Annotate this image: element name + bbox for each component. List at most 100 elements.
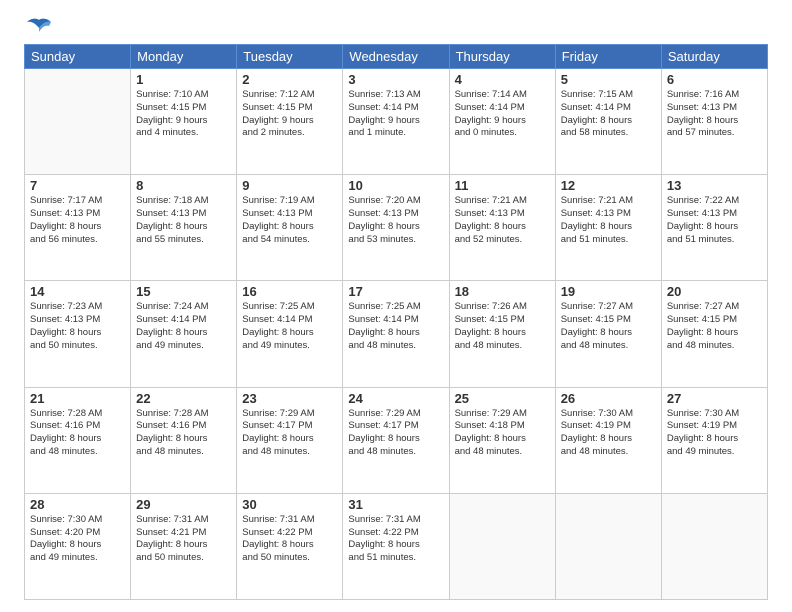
sunset-text: Sunset: 4:19 PM	[667, 420, 762, 433]
sunset-text: Sunset: 4:15 PM	[136, 102, 231, 115]
calendar-cell: 13Sunrise: 7:22 AMSunset: 4:13 PMDayligh…	[661, 175, 767, 281]
daylight-hours-label: Daylight: 9 hours	[136, 115, 231, 128]
sunset-text: Sunset: 4:17 PM	[348, 420, 443, 433]
daylight-minutes-label: and 49 minutes.	[242, 340, 337, 353]
calendar-cell: 16Sunrise: 7:25 AMSunset: 4:14 PMDayligh…	[237, 281, 343, 387]
sunrise-text: Sunrise: 7:30 AM	[667, 408, 762, 421]
sunrise-text: Sunrise: 7:12 AM	[242, 89, 337, 102]
calendar-cell: 23Sunrise: 7:29 AMSunset: 4:17 PMDayligh…	[237, 387, 343, 493]
sunrise-text: Sunrise: 7:20 AM	[348, 195, 443, 208]
day-info: Sunrise: 7:26 AMSunset: 4:15 PMDaylight:…	[455, 301, 550, 352]
daylight-hours-label: Daylight: 8 hours	[30, 221, 125, 234]
daylight-hours-label: Daylight: 8 hours	[136, 539, 231, 552]
day-info: Sunrise: 7:28 AMSunset: 4:16 PMDaylight:…	[30, 408, 125, 459]
sunrise-text: Sunrise: 7:30 AM	[561, 408, 656, 421]
sunset-text: Sunset: 4:15 PM	[455, 314, 550, 327]
week-row-0: 1Sunrise: 7:10 AMSunset: 4:15 PMDaylight…	[25, 69, 768, 175]
day-number: 1	[136, 72, 231, 87]
sunset-text: Sunset: 4:19 PM	[561, 420, 656, 433]
day-number: 20	[667, 284, 762, 299]
sunset-text: Sunset: 4:16 PM	[136, 420, 231, 433]
sunset-text: Sunset: 4:13 PM	[348, 208, 443, 221]
daylight-minutes-label: and 49 minutes.	[136, 340, 231, 353]
sunset-text: Sunset: 4:13 PM	[455, 208, 550, 221]
day-number: 6	[667, 72, 762, 87]
day-info: Sunrise: 7:31 AMSunset: 4:21 PMDaylight:…	[136, 514, 231, 565]
sunset-text: Sunset: 4:17 PM	[242, 420, 337, 433]
daylight-hours-label: Daylight: 8 hours	[667, 327, 762, 340]
day-info: Sunrise: 7:23 AMSunset: 4:13 PMDaylight:…	[30, 301, 125, 352]
day-number: 14	[30, 284, 125, 299]
daylight-hours-label: Daylight: 8 hours	[136, 221, 231, 234]
daylight-minutes-label: and 54 minutes.	[242, 234, 337, 247]
calendar-cell: 1 Sunrise: 7:10 AMSunset: 4:15 PMDaylight…	[131, 69, 237, 175]
daylight-minutes-label: and 48 minutes.	[667, 340, 762, 353]
daylight-hours-label: Daylight: 8 hours	[242, 221, 337, 234]
daylight-hours-label: Daylight: 8 hours	[348, 433, 443, 446]
day-info: Sunrise: 7:14 AMSunset: 4:14 PMDaylight:…	[455, 89, 550, 140]
sunrise-text: Sunrise: 7:25 AM	[348, 301, 443, 314]
day-info: Sunrise: 7:31 AMSunset: 4:22 PMDaylight:…	[242, 514, 337, 565]
sunrise-text: Sunrise: 7:14 AM	[455, 89, 550, 102]
day-number: 27	[667, 391, 762, 406]
daylight-hours-label: Daylight: 8 hours	[455, 327, 550, 340]
sunset-text: Sunset: 4:13 PM	[667, 208, 762, 221]
daylight-minutes-label: and 58 minutes.	[561, 127, 656, 140]
day-info: Sunrise: 7:13 AMSunset: 4:14 PMDaylight:…	[348, 89, 443, 140]
sunrise-text: Sunrise: 7:31 AM	[348, 514, 443, 527]
sunset-text: Sunset: 4:18 PM	[455, 420, 550, 433]
calendar-cell	[25, 69, 131, 175]
sunrise-text: Sunrise: 7:30 AM	[30, 514, 125, 527]
daylight-minutes-label: and 55 minutes.	[136, 234, 231, 247]
weekday-header-tuesday: Tuesday	[237, 45, 343, 69]
day-info: Sunrise: 7:10 AMSunset: 4:15 PMDaylight:…	[136, 89, 231, 140]
calendar-cell: 19Sunrise: 7:27 AMSunset: 4:15 PMDayligh…	[555, 281, 661, 387]
calendar-cell	[449, 493, 555, 599]
sunset-text: Sunset: 4:16 PM	[30, 420, 125, 433]
weekday-header-wednesday: Wednesday	[343, 45, 449, 69]
daylight-hours-label: Daylight: 8 hours	[242, 539, 337, 552]
daylight-minutes-label: and 51 minutes.	[348, 552, 443, 565]
sunrise-text: Sunrise: 7:29 AM	[242, 408, 337, 421]
calendar-cell: 21Sunrise: 7:28 AMSunset: 4:16 PMDayligh…	[25, 387, 131, 493]
daylight-hours-label: Daylight: 9 hours	[455, 115, 550, 128]
sunset-text: Sunset: 4:14 PM	[455, 102, 550, 115]
day-number: 30	[242, 497, 337, 512]
day-info: Sunrise: 7:29 AMSunset: 4:17 PMDaylight:…	[242, 408, 337, 459]
day-number: 9	[242, 178, 337, 193]
day-info: Sunrise: 7:30 AMSunset: 4:20 PMDaylight:…	[30, 514, 125, 565]
day-number: 29	[136, 497, 231, 512]
day-info: Sunrise: 7:29 AMSunset: 4:18 PMDaylight:…	[455, 408, 550, 459]
day-info: Sunrise: 7:25 AMSunset: 4:14 PMDaylight:…	[348, 301, 443, 352]
sunrise-text: Sunrise: 7:13 AM	[348, 89, 443, 102]
day-info: Sunrise: 7:30 AMSunset: 4:19 PMDaylight:…	[561, 408, 656, 459]
daylight-hours-label: Daylight: 8 hours	[667, 433, 762, 446]
sunrise-text: Sunrise: 7:25 AM	[242, 301, 337, 314]
calendar-cell: 6Sunrise: 7:16 AMSunset: 4:13 PMDaylight…	[661, 69, 767, 175]
daylight-hours-label: Daylight: 8 hours	[561, 221, 656, 234]
daylight-hours-label: Daylight: 8 hours	[455, 221, 550, 234]
sunrise-text: Sunrise: 7:10 AM	[136, 89, 231, 102]
sunrise-text: Sunrise: 7:28 AM	[136, 408, 231, 421]
daylight-hours-label: Daylight: 9 hours	[242, 115, 337, 128]
calendar-cell: 31Sunrise: 7:31 AMSunset: 4:22 PMDayligh…	[343, 493, 449, 599]
sunrise-text: Sunrise: 7:15 AM	[561, 89, 656, 102]
daylight-hours-label: Daylight: 8 hours	[561, 433, 656, 446]
calendar-cell: 29 Sunrise: 7:31 AMSunset: 4:21 PMDayligh…	[131, 493, 237, 599]
calendar-cell: 5Sunrise: 7:15 AMSunset: 4:14 PMDaylight…	[555, 69, 661, 175]
daylight-minutes-label: and 50 minutes.	[242, 552, 337, 565]
daylight-hours-label: Daylight: 8 hours	[667, 221, 762, 234]
calendar-cell: 9Sunrise: 7:19 AMSunset: 4:13 PMDaylight…	[237, 175, 343, 281]
day-info: Sunrise: 7:28 AMSunset: 4:16 PMDaylight:…	[136, 408, 231, 459]
daylight-minutes-label: and 50 minutes.	[30, 340, 125, 353]
sunset-text: Sunset: 4:15 PM	[561, 314, 656, 327]
daylight-minutes-label: and 0 minutes.	[455, 127, 550, 140]
sunset-text: Sunset: 4:21 PM	[136, 527, 231, 540]
sunrise-text: Sunrise: 7:17 AM	[30, 195, 125, 208]
day-info: Sunrise: 7:25 AMSunset: 4:14 PMDaylight:…	[242, 301, 337, 352]
sunrise-text: Sunrise: 7:31 AM	[136, 514, 231, 527]
sunset-text: Sunset: 4:14 PM	[136, 314, 231, 327]
day-number: 25	[455, 391, 550, 406]
calendar-cell	[555, 493, 661, 599]
sunrise-text: Sunrise: 7:27 AM	[667, 301, 762, 314]
